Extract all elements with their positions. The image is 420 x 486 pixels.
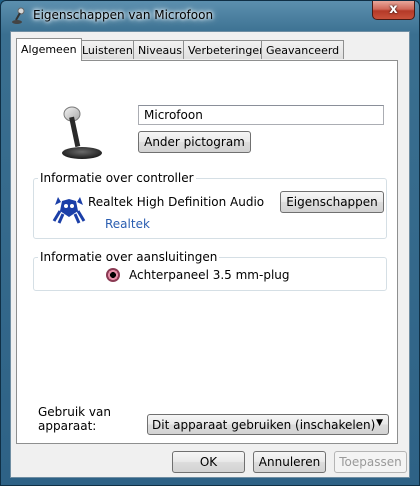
- chevron-down-icon: ▼: [376, 418, 383, 428]
- realtek-crab-icon: [52, 193, 86, 225]
- tab-panel-algemeen: Microfoon Ander pictogram Informatie ove…: [16, 60, 398, 444]
- device-name-input[interactable]: Microfoon: [138, 105, 384, 125]
- close-icon: x: [389, 2, 398, 17]
- dialog-window: Eigenschappen van Microfoon x Algemeen L…: [0, 0, 420, 486]
- tab-luisteren[interactable]: Luisteren: [77, 40, 138, 59]
- close-button[interactable]: x: [372, 1, 415, 20]
- ok-button[interactable]: OK: [172, 451, 245, 473]
- apply-button[interactable]: Toepassen: [334, 451, 407, 473]
- connections-group-label: Informatie over aansluitingen: [38, 250, 220, 264]
- window-title: Eigenschappen van Microfoon: [33, 8, 214, 22]
- usage-label: Gebruik van apparaat:: [38, 405, 111, 433]
- controller-device-name: Realtek High Definition Audio: [88, 195, 265, 209]
- tab-algemeen[interactable]: Algemeen: [16, 38, 82, 61]
- controller-group-label: Informatie over controller: [38, 171, 196, 185]
- usage-dropdown-value: Dit apparaat gebruiken (inschakelen): [152, 418, 376, 432]
- title-bar[interactable]: Eigenschappen van Microfoon x: [1, 1, 420, 31]
- usage-dropdown[interactable]: Dit apparaat gebruiken (inschakelen) ▼: [147, 414, 389, 435]
- vendor-link[interactable]: Realtek: [105, 217, 150, 231]
- tab-niveaus[interactable]: Niveaus: [133, 40, 188, 59]
- connections-group: Informatie over aansluitingen Achterpane…: [33, 250, 387, 291]
- microphone-icon: [62, 106, 102, 159]
- tab-geavanceerd[interactable]: Geavanceerd: [261, 40, 345, 59]
- tab-verbeteringen[interactable]: Verbeteringen: [183, 40, 272, 59]
- controller-group: Informatie over controller Realtek High …: [33, 171, 387, 239]
- properties-button[interactable]: Eigenschappen: [280, 191, 384, 213]
- microphone-icon: [12, 7, 25, 24]
- jack-color-icon: [106, 268, 120, 282]
- jack-label: Achterpaneel 3.5 mm-plug: [129, 268, 290, 282]
- client-area: Algemeen Luisteren Niveaus Verbeteringen…: [10, 31, 410, 478]
- change-icon-button[interactable]: Ander pictogram: [138, 131, 251, 153]
- cancel-button[interactable]: Annuleren: [253, 451, 326, 473]
